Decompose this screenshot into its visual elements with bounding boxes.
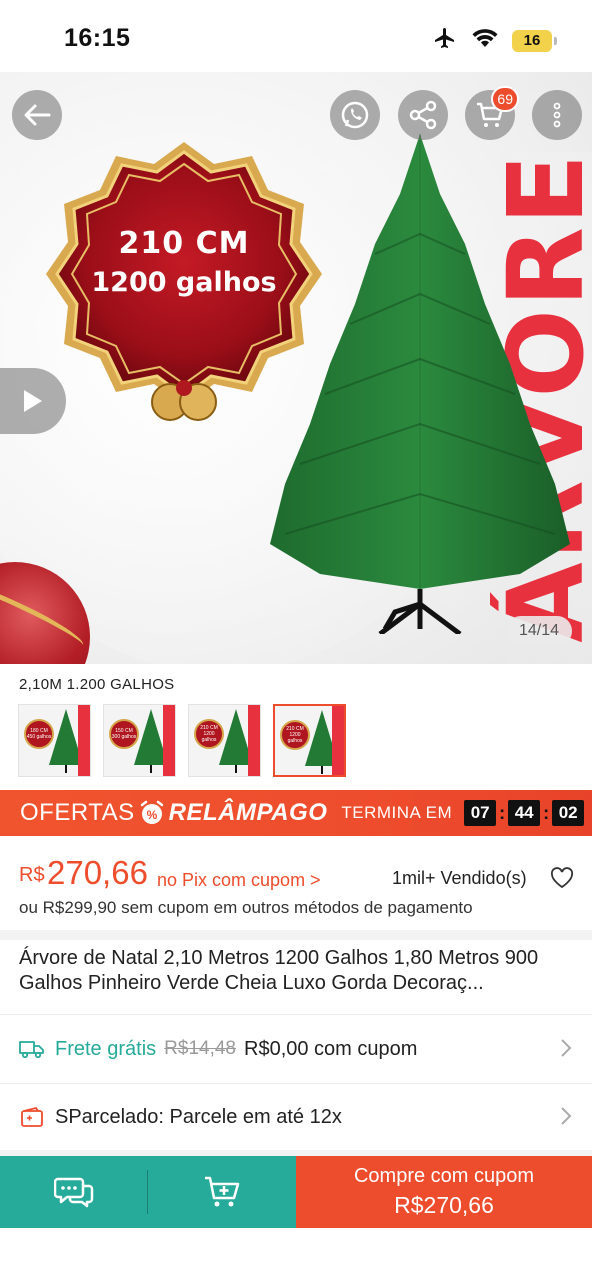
cart-count-badge: 69 [491, 86, 519, 112]
flash-ofertas-text: OFERTAS [20, 799, 135, 826]
alarm-clock-icon: % [140, 800, 163, 824]
free-shipping-label: Frete grátis [55, 1037, 157, 1060]
buy-label: Compre com cupom [353, 1165, 535, 1187]
sold-count: 1mil+ Vendido(s) [392, 868, 527, 888]
truck-icon [19, 1036, 45, 1062]
timer-hours: 07 [464, 800, 497, 826]
heart-icon[interactable] [550, 867, 574, 889]
product-image-carousel[interactable]: ÁRVORE 210 CM 1200 galhos 69 14/14 [0, 72, 592, 664]
variation-thumbnails: 180 CM 450 galhos 150 CM 300 galhos 210 CM… [18, 704, 346, 777]
bottom-bar-separator [147, 1170, 148, 1214]
alternative-price: ou R$299,90 sem cupom em outros métodos … [19, 898, 473, 917]
countdown-timer: 07 : 44 : 02 [464, 800, 585, 826]
product-title: Árvore de Natal 2,10 Metros 1200 Galhos … [19, 947, 539, 994]
shipping-row[interactable]: Frete grátis R$14,48 R$0,00 com cupom [0, 1016, 592, 1082]
timer-seconds: 02 [552, 800, 585, 826]
more-options-button[interactable] [532, 90, 582, 140]
battery-icon: 16 [512, 29, 557, 52]
wallet-icon [19, 1104, 45, 1130]
chevron-right-icon [561, 1039, 572, 1057]
flash-sale-banner[interactable]: OFERTAS % RELÂMPAGO TERMINA EM 07 : 44 :… [0, 790, 592, 836]
chat-icon [54, 1177, 94, 1208]
image-page-counter: 14/14 [506, 616, 572, 646]
installments-label: SParcelado: Parcele em até 12x [55, 1105, 342, 1128]
price-currency: R$ [19, 864, 45, 886]
flash-relampago-text: RELÂMPAGO [168, 799, 328, 826]
price-row: R$ 270,66 no Pix com cupom > 1mil+ Vendi… [19, 852, 579, 896]
pix-coupon-link[interactable]: no Pix com cupom > [157, 870, 321, 891]
bottom-action-bar: Compre com cupom R$270,66 [0, 1156, 592, 1228]
play-icon [24, 390, 42, 412]
cart-button[interactable]: 69 [465, 86, 519, 140]
more-vertical-icon [553, 102, 561, 128]
variation-thumbnail[interactable]: 210 CM 1200 galhos [188, 704, 261, 777]
arrow-left-icon [24, 104, 51, 126]
flash-ends-label: TERMINA EM [341, 803, 453, 822]
variation-thumbnail[interactable]: 180 CM 450 galhos [18, 704, 91, 777]
price-value: 270,66 [47, 854, 148, 891]
back-button[interactable] [12, 90, 62, 140]
whatsapp-share-button[interactable] [330, 90, 380, 140]
airplane-icon [432, 26, 458, 55]
shipping-old-price: R$14,48 [164, 1038, 236, 1059]
share-icon [409, 100, 437, 130]
add-to-cart-button[interactable] [148, 1156, 296, 1228]
timer-minutes: 44 [508, 800, 541, 826]
status-time: 16:15 [64, 24, 131, 52]
selected-variation-label: 2,10M 1.200 GALHOS [19, 676, 175, 693]
variation-thumbnail[interactable]: 150 CM 300 galhos [103, 704, 176, 777]
wifi-icon [472, 28, 498, 53]
status-icons: 16 [432, 26, 557, 55]
home-indicator-area [0, 1228, 592, 1280]
play-video-button[interactable] [0, 368, 66, 434]
chat-button[interactable] [0, 1156, 148, 1228]
installments-row[interactable]: SParcelado: Parcele em até 12x [0, 1084, 592, 1150]
christmas-tree-image [270, 134, 570, 634]
variation-thumbnail-selected[interactable]: 210 CM 1200 galhos [273, 704, 346, 777]
buy-price: R$270,66 [394, 1192, 494, 1218]
svg-text:%: % [146, 808, 157, 822]
add-to-cart-icon [205, 1176, 240, 1207]
whatsapp-icon [341, 101, 369, 129]
chevron-right-icon [561, 1107, 572, 1125]
shipping-new-price: R$0,00 com cupom [244, 1037, 418, 1060]
row-divider [0, 1014, 592, 1015]
status-bar: 16:15 16 [0, 0, 592, 72]
share-button[interactable] [398, 90, 448, 140]
section-divider [0, 930, 592, 940]
buy-with-coupon-button[interactable]: Compre com cupom R$270,66 [296, 1156, 592, 1228]
